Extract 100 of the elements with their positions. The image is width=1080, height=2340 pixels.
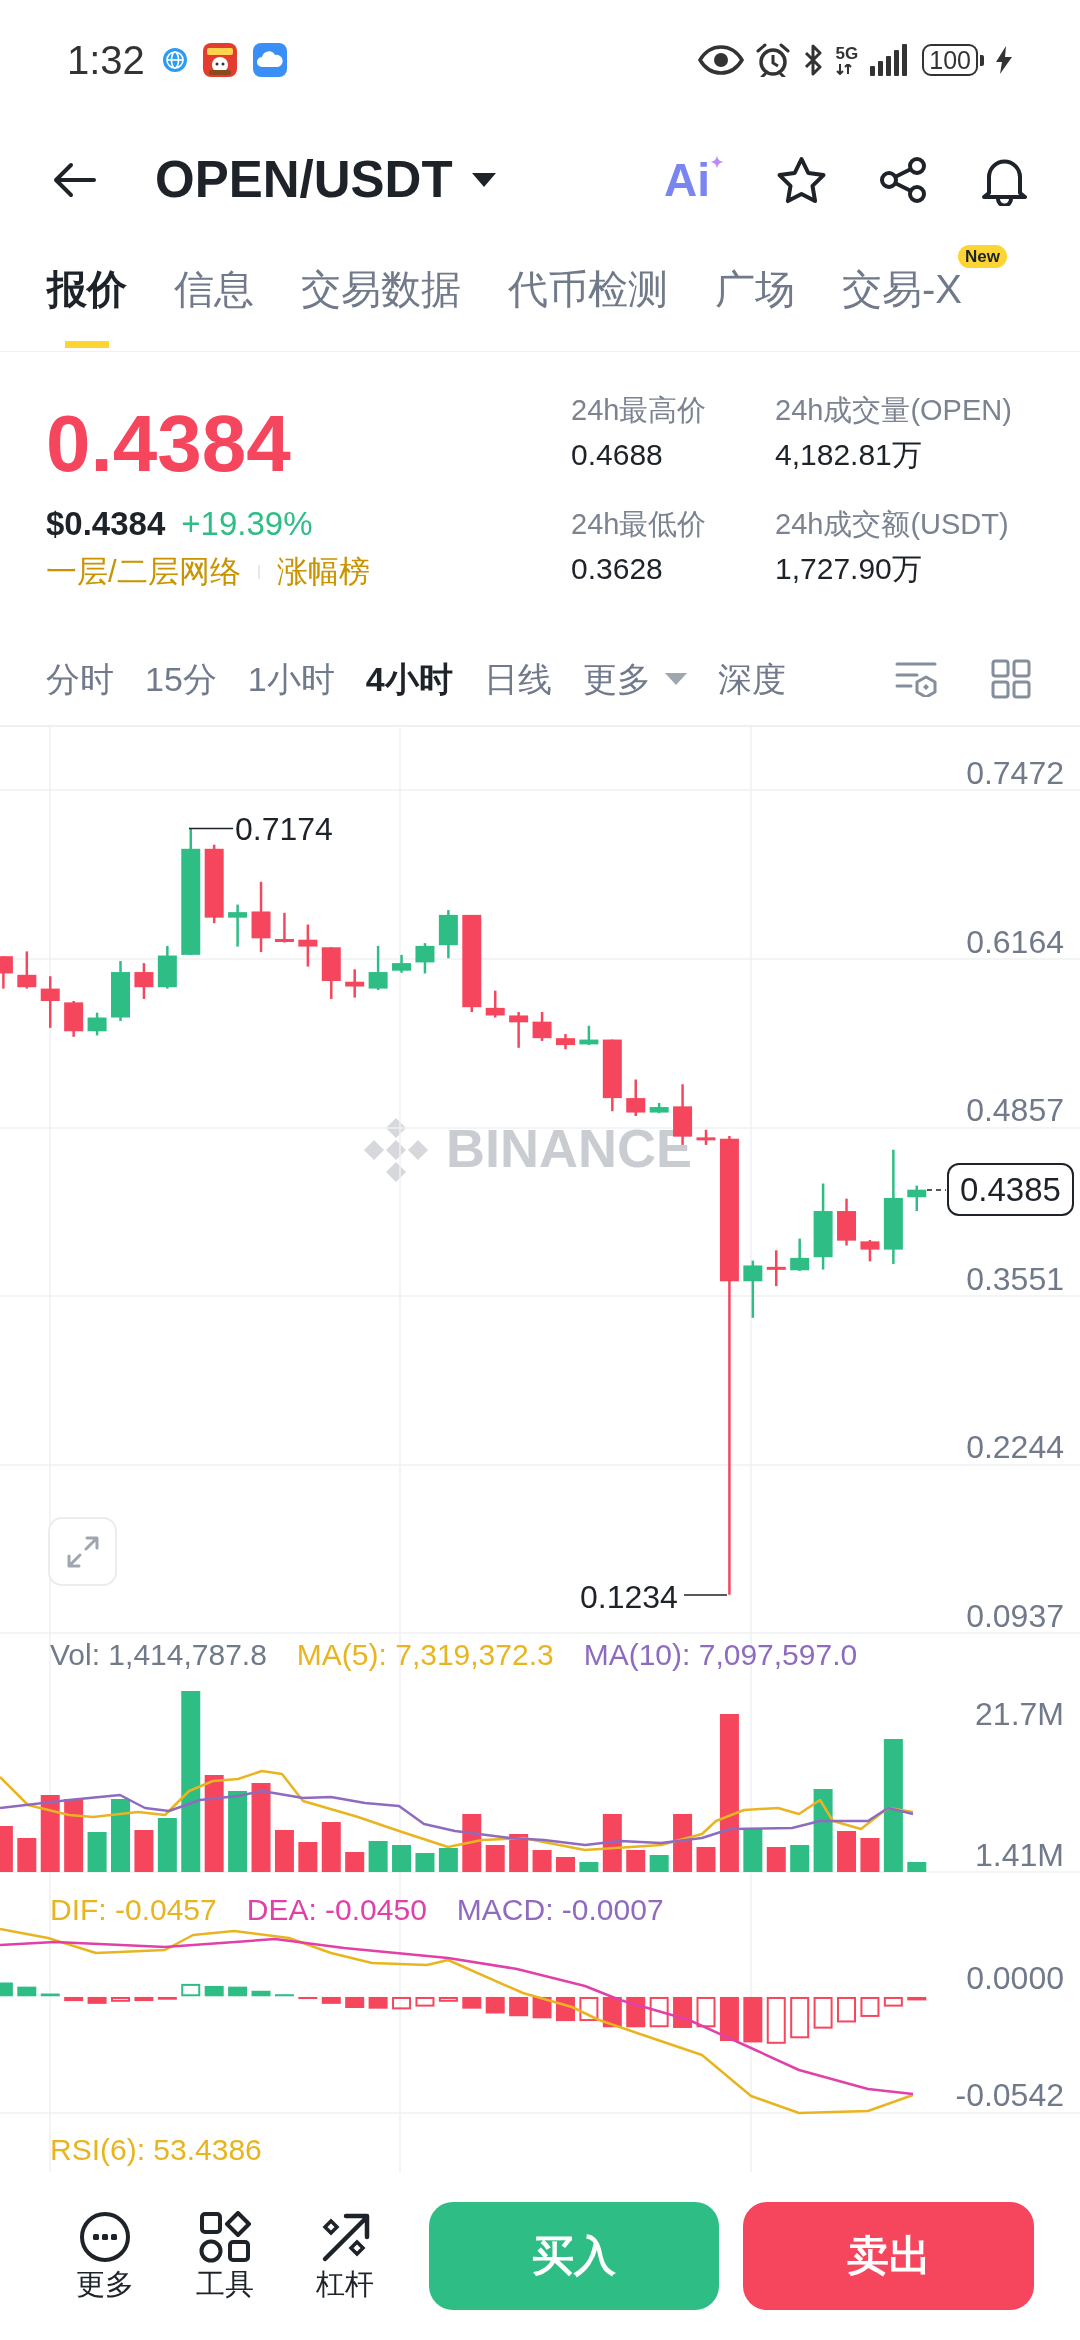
- macd-bar: [462, 1996, 482, 2009]
- macd-bar: [321, 1996, 341, 2004]
- low-price-label: 0.1234: [580, 1578, 678, 1617]
- axis-label: 0.0937: [966, 1597, 1064, 1636]
- candle: [626, 1079, 646, 1116]
- stat-label: 24h最低价: [571, 507, 708, 542]
- legend-text: DEA: -0.0450: [246, 1892, 427, 1928]
- candle: [321, 947, 341, 999]
- volume-bar: [157, 1818, 177, 1872]
- shapes-icon: [198, 2211, 251, 2263]
- legend-text: MA(10): 7,097,597.0: [583, 1637, 858, 1673]
- app-icon: [202, 43, 237, 77]
- eye-icon: [697, 45, 744, 75]
- candle: [228, 904, 248, 947]
- macd-bar: [813, 1996, 833, 2029]
- tag-link[interactable]: 涨幅榜: [276, 548, 370, 596]
- leader-line: [188, 827, 234, 830]
- stat-label: 24h成交量(OPEN): [775, 393, 1012, 428]
- stat-label: 24h成交额(USDT): [775, 507, 1010, 542]
- candle: [649, 1102, 669, 1114]
- axis-label: 0.0000: [966, 1959, 1064, 1998]
- more-button[interactable]: 更多: [65, 2211, 145, 2301]
- volume-bar: [0, 1826, 13, 1872]
- alarm-icon: [755, 43, 790, 77]
- rsi-label: RSI(6): 53.4386: [50, 2132, 262, 2168]
- interval-tab[interactable]: 日线: [483, 656, 552, 701]
- volume-bar: [462, 1814, 482, 1872]
- candle: [579, 1025, 599, 1046]
- interval-tab[interactable]: 15分: [145, 656, 217, 701]
- interval-tab[interactable]: 分时: [46, 656, 114, 701]
- interval-tab[interactable]: 4小时: [365, 656, 453, 701]
- macd-bar: [579, 1996, 599, 2022]
- interval-tab[interactable]: 更多: [582, 656, 687, 701]
- macd-bar: [251, 1990, 271, 1997]
- grid-icon[interactable]: [991, 658, 1031, 699]
- candle: [415, 943, 435, 974]
- volume-bar: [860, 1838, 880, 1872]
- candle: [0, 956, 13, 989]
- macd-bar: [485, 1996, 505, 2014]
- candle: [111, 961, 130, 1021]
- candle: [696, 1129, 716, 1145]
- tab[interactable]: 交易数据: [301, 240, 461, 348]
- macd-bar: [719, 1996, 739, 2042]
- volume-bar: [649, 1855, 669, 1872]
- candle: [392, 954, 412, 973]
- candle: [790, 1238, 810, 1271]
- candle: [907, 1185, 927, 1212]
- volume-bar: [415, 1853, 435, 1872]
- cloud-icon: [252, 43, 287, 77]
- status-time: 1:32: [67, 37, 145, 84]
- tab[interactable]: 广场: [715, 240, 795, 348]
- macd-bar: [0, 1982, 13, 1997]
- candle: [134, 963, 154, 999]
- buy-button[interactable]: 买入: [428, 2202, 720, 2310]
- axis-label: 0.2244: [966, 1428, 1064, 1468]
- caret-icon: [471, 173, 496, 187]
- tag-link[interactable]: 一层/二层网络: [46, 548, 241, 596]
- share-icon[interactable]: [879, 157, 927, 203]
- interval-tab[interactable]: 深度: [717, 656, 786, 701]
- volume-bar: [438, 1848, 458, 1872]
- macd-bar: [883, 1996, 903, 2007]
- volume-bar: [696, 1847, 716, 1872]
- tab[interactable]: 代币检测: [508, 240, 668, 348]
- star-icon[interactable]: [776, 155, 827, 205]
- volume-bar: [509, 1834, 529, 1872]
- data-arrows-icon: [835, 64, 852, 75]
- sparkle-icon: [710, 155, 724, 169]
- high-price-label: 0.7174: [235, 810, 333, 849]
- tools-button[interactable]: 工具: [184, 2211, 265, 2301]
- pair-selector[interactable]: OPEN/USDT: [155, 150, 496, 210]
- back-icon[interactable]: [52, 162, 96, 198]
- interval-tab[interactable]: 1小时: [247, 656, 335, 701]
- legend-text: DIF: -0.0457: [50, 1892, 217, 1928]
- macd-bar: [157, 1996, 177, 2000]
- leader-line: [926, 1189, 947, 1191]
- candle: [298, 924, 318, 967]
- network-type: 5G: [835, 45, 859, 62]
- globe-icon: [162, 48, 187, 72]
- volume-bar: [790, 1845, 810, 1872]
- chart-settings-icon[interactable]: [895, 660, 937, 697]
- macd-bar: [274, 1994, 294, 1997]
- leverage-button[interactable]: 杠杆: [304, 2211, 385, 2301]
- ai-button[interactable]: Ai: [664, 155, 724, 205]
- macd-bar: [626, 1996, 646, 2028]
- volume-bar: [556, 1857, 575, 1872]
- stat-value: 4,182.81万: [775, 437, 923, 473]
- tab[interactable]: 信息: [174, 240, 254, 348]
- volume-bar: [907, 1862, 927, 1872]
- axis-label: 1.41M: [975, 1836, 1064, 1875]
- volume-bar: [766, 1847, 786, 1872]
- macd-bar: [228, 1986, 248, 1997]
- legend-text: Vol: 1,414,787.8: [50, 1637, 267, 1673]
- volume-bar: [743, 1828, 763, 1872]
- axis-label: -0.0542: [955, 2076, 1064, 2115]
- macd-bar: [860, 1996, 880, 2017]
- stat-value: 0.3628: [571, 551, 664, 587]
- price-change: +19.39%: [181, 504, 313, 544]
- legend-text: MACD: -0.0007: [456, 1892, 664, 1928]
- candle: [766, 1250, 786, 1287]
- sell-button[interactable]: 卖出: [743, 2202, 1034, 2310]
